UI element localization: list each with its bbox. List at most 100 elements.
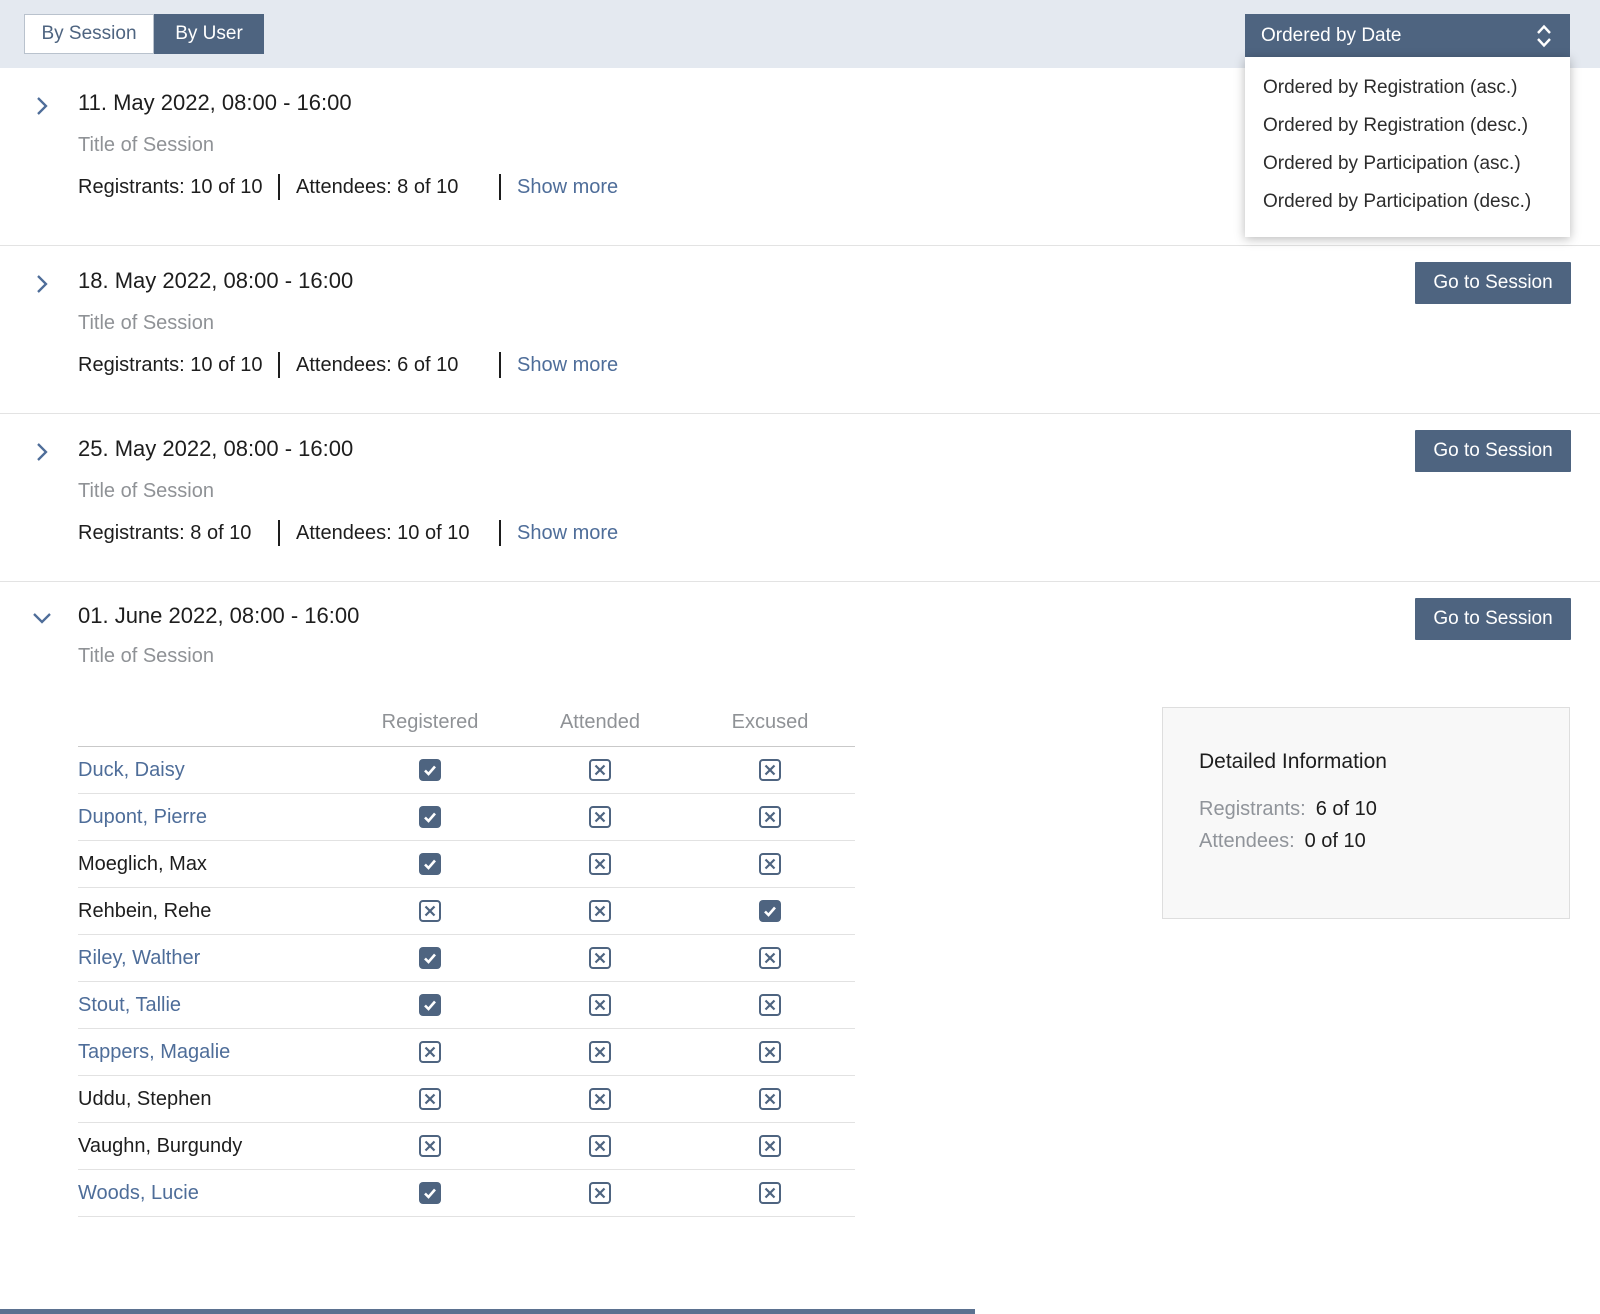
checkbox-crossed-icon[interactable] — [589, 853, 611, 875]
checkbox-crossed-icon[interactable] — [589, 994, 611, 1016]
checkbox-checked-icon[interactable] — [759, 900, 781, 922]
checkbox-crossed-icon[interactable] — [419, 1088, 441, 1110]
sort-dropdown-value: Ordered by Date — [1261, 25, 1401, 47]
checkbox-crossed-icon[interactable] — [759, 759, 781, 781]
go-to-session-button[interactable]: Go to Session — [1415, 430, 1571, 472]
checkbox-crossed-icon[interactable] — [759, 994, 781, 1016]
detail-attendees-line: Attendees: 0 of 10 — [1199, 830, 1533, 853]
excused-cell — [685, 1088, 855, 1110]
table-header-row: Registered Attended Excused — [78, 698, 855, 747]
checkbox-crossed-icon[interactable] — [419, 1135, 441, 1157]
attended-cell — [515, 1135, 685, 1157]
checkbox-crossed-icon[interactable] — [589, 1135, 611, 1157]
sort-menu-option[interactable]: Ordered by Registration (desc.) — [1245, 107, 1570, 145]
attended-cell — [515, 1182, 685, 1204]
sort-menu-option[interactable]: Ordered by Participation (asc.) — [1245, 145, 1570, 183]
registrants-stat: Registrants: 10 of 10 — [78, 176, 278, 199]
chevron-right-icon[interactable] — [30, 94, 54, 118]
checkbox-crossed-icon[interactable] — [589, 806, 611, 828]
participant-name-link[interactable]: Dupont, Pierre — [78, 806, 345, 829]
checkbox-crossed-icon[interactable] — [589, 900, 611, 922]
session-item-3: 25. May 2022, 08:00 - 16:00 Title of Ses… — [0, 413, 1600, 582]
session-date: 18. May 2022, 08:00 - 16:00 — [78, 268, 353, 294]
registrants-stat: Registrants: 8 of 10 — [78, 522, 278, 545]
table-body: Duck, DaisyDupont, PierreMoeglich, MaxRe… — [78, 747, 855, 1217]
participant-name-link[interactable]: Tappers, Magalie — [78, 1041, 345, 1064]
session-stats: Registrants: 8 of 10 Attendees: 10 of 10… — [78, 518, 618, 548]
checkbox-checked-icon[interactable] — [419, 759, 441, 781]
go-to-session-button[interactable]: Go to Session — [1415, 262, 1571, 304]
session-stats: Registrants: 10 of 10 Attendees: 6 of 10… — [78, 350, 618, 380]
chevron-right-icon[interactable] — [30, 440, 54, 464]
excused-cell — [685, 900, 855, 922]
table-row: Stout, Tallie — [78, 982, 855, 1029]
session-title: Title of Session — [78, 645, 214, 668]
table-row: Woods, Lucie — [78, 1170, 855, 1217]
checkbox-crossed-icon[interactable] — [589, 1182, 611, 1204]
table-row: Duck, Daisy — [78, 747, 855, 794]
by-session-button[interactable]: By Session — [24, 14, 154, 54]
sort-menu-option[interactable]: Ordered by Registration (asc.) — [1245, 69, 1570, 107]
excused-column-header: Excused — [685, 711, 855, 734]
table-row: Dupont, Pierre — [78, 794, 855, 841]
checkbox-crossed-icon[interactable] — [419, 900, 441, 922]
table-row: Riley, Walther — [78, 935, 855, 982]
checkbox-checked-icon[interactable] — [419, 947, 441, 969]
checkbox-crossed-icon[interactable] — [589, 759, 611, 781]
attended-cell — [515, 853, 685, 875]
attended-cell — [515, 994, 685, 1016]
checkbox-crossed-icon[interactable] — [759, 1088, 781, 1110]
bottom-scrollbar[interactable] — [0, 1309, 975, 1314]
excused-cell — [685, 1135, 855, 1157]
checkbox-crossed-icon[interactable] — [589, 1088, 611, 1110]
sort-menu-option[interactable]: Ordered by Participation (desc.) — [1245, 183, 1570, 221]
participant-name-link[interactable]: Duck, Daisy — [78, 759, 345, 782]
by-user-button[interactable]: By User — [154, 14, 264, 54]
registered-cell — [345, 806, 515, 828]
checkbox-checked-icon[interactable] — [419, 994, 441, 1016]
registrants-value: 6 of 10 — [1316, 798, 1377, 821]
registered-cell — [345, 1135, 515, 1157]
show-more-link[interactable]: Show more — [517, 176, 618, 199]
attended-cell — [515, 947, 685, 969]
view-toggle: By Session By User — [24, 14, 264, 54]
show-more-link[interactable]: Show more — [517, 354, 618, 377]
checkbox-crossed-icon[interactable] — [759, 806, 781, 828]
sort-dropdown[interactable]: Ordered by Date — [1245, 14, 1570, 57]
session-item-2: 18. May 2022, 08:00 - 16:00 Title of Ses… — [0, 245, 1600, 414]
show-more-link[interactable]: Show more — [517, 522, 618, 545]
excused-cell — [685, 994, 855, 1016]
checkbox-crossed-icon[interactable] — [759, 1135, 781, 1157]
go-to-session-button[interactable]: Go to Session — [1415, 598, 1571, 640]
checkbox-crossed-icon[interactable] — [759, 1182, 781, 1204]
session-date: 11. May 2022, 08:00 - 16:00 — [78, 90, 352, 116]
checkbox-crossed-icon[interactable] — [589, 1041, 611, 1063]
attended-cell — [515, 806, 685, 828]
excused-cell — [685, 806, 855, 828]
participant-name: Rehbein, Rehe — [78, 900, 345, 923]
registrants-label: Registrants: — [1199, 798, 1306, 821]
checkbox-crossed-icon[interactable] — [759, 1041, 781, 1063]
checkbox-crossed-icon[interactable] — [589, 947, 611, 969]
attendees-stat: Attendees: 6 of 10 — [280, 354, 499, 377]
attendance-table: Registered Attended Excused Duck, Daisy D… — [78, 698, 855, 1217]
session-stats: Registrants: 10 of 10 Attendees: 8 of 10… — [78, 172, 618, 202]
chevron-right-icon[interactable] — [30, 272, 54, 296]
checkbox-crossed-icon[interactable] — [419, 1041, 441, 1063]
participant-name-link[interactable]: Stout, Tallie — [78, 994, 345, 1017]
attendees-stat: Attendees: 10 of 10 — [280, 522, 499, 545]
chevron-down-icon[interactable] — [30, 606, 54, 630]
checkbox-checked-icon[interactable] — [419, 1182, 441, 1204]
table-row: Vaughn, Burgundy — [78, 1123, 855, 1170]
attended-cell — [515, 759, 685, 781]
attendees-value: 0 of 10 — [1305, 830, 1366, 853]
checkbox-checked-icon[interactable] — [419, 853, 441, 875]
checkbox-crossed-icon[interactable] — [759, 853, 781, 875]
checkbox-crossed-icon[interactable] — [759, 947, 781, 969]
participant-name-link[interactable]: Woods, Lucie — [78, 1182, 345, 1205]
checkbox-checked-icon[interactable] — [419, 806, 441, 828]
participant-name: Uddu, Stephen — [78, 1088, 345, 1111]
participant-name-link[interactable]: Riley, Walther — [78, 947, 345, 970]
excused-cell — [685, 759, 855, 781]
detail-panel-title: Detailed Information — [1199, 750, 1533, 774]
